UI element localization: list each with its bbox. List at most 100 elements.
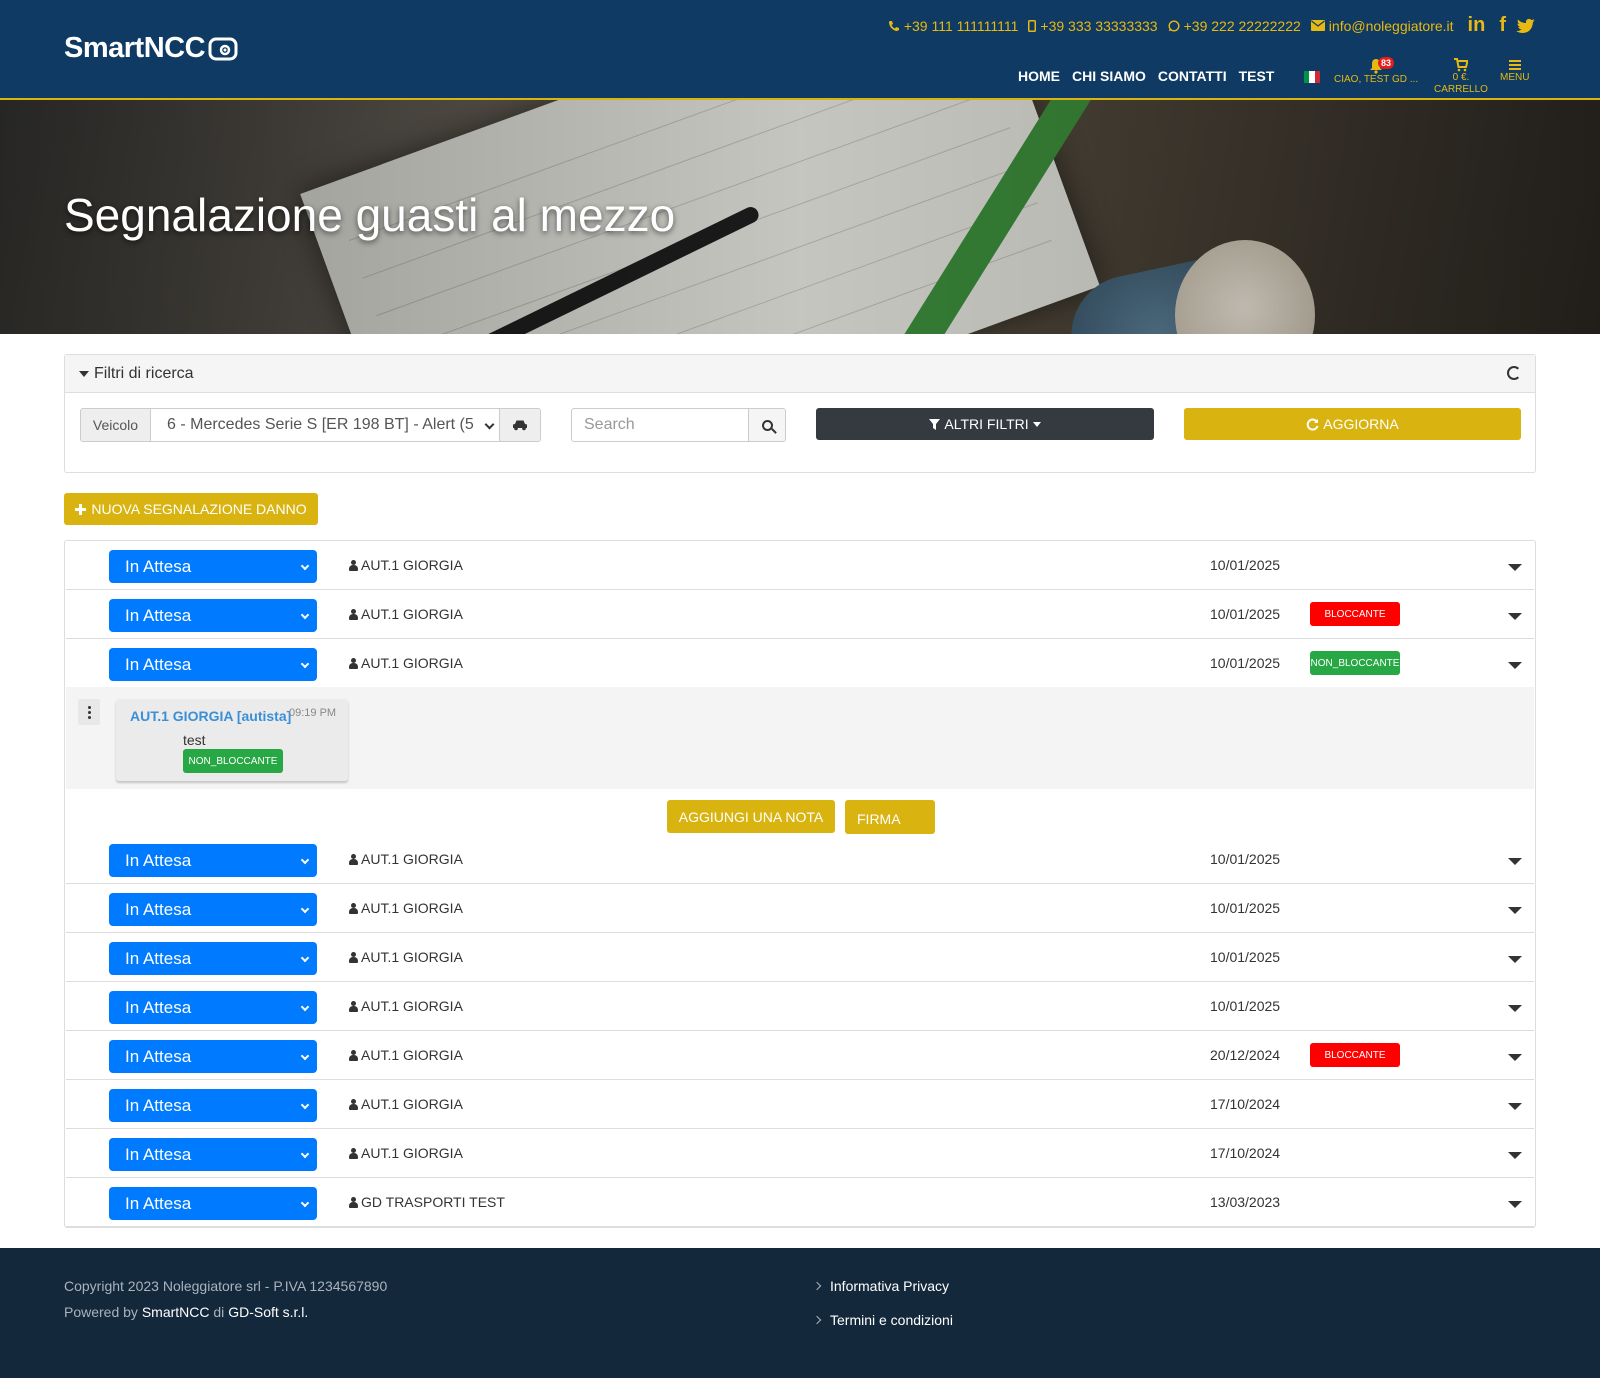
chevron-down-icon [300, 953, 310, 963]
car-button[interactable] [499, 409, 540, 441]
vehicle-select[interactable]: 6 - Mercedes Serie S [ER 198 BT] - Alert… [151, 409, 499, 441]
contact-phone-text: +39 111 111111111 [903, 17, 1019, 34]
menu-button[interactable]: MENU [1500, 58, 1529, 84]
report-row[interactable]: In Attesa AUT.1 GIORGIA 10/01/2025 NON_B… [66, 639, 1534, 688]
user-icon [349, 853, 358, 865]
report-author-name: AUT.1 GIORGIA [361, 998, 463, 1014]
note-author[interactable]: AUT.1 GIORGIA [autista] [130, 708, 291, 724]
refresh-button[interactable]: AGGIORNA [1184, 408, 1521, 440]
nav-chi-siamo[interactable]: CHI SIAMO [1072, 68, 1146, 84]
report-row[interactable]: In Attesa AUT.1 GIORGIA 10/01/2025 [66, 541, 1534, 590]
status-select[interactable]: In Attesa [109, 1089, 317, 1122]
report-date: 13/03/2023 [1210, 1194, 1281, 1210]
report-date: 20/12/2024 [1210, 1047, 1281, 1063]
status-select-value: In Attesa [125, 1193, 192, 1213]
status-select[interactable]: In Attesa [109, 893, 317, 926]
filters-header[interactable]: Filtri di ricerca [65, 355, 1535, 393]
status-select-value: In Attesa [125, 899, 192, 919]
report-row[interactable]: In Attesa AUT.1 GIORGIA 17/10/2024 [66, 1129, 1534, 1178]
facebook-icon[interactable]: f [1499, 14, 1506, 37]
more-options-icon[interactable] [78, 699, 100, 725]
chevron-right-icon [812, 1281, 822, 1291]
privacy-link[interactable]: Informativa Privacy [812, 1278, 949, 1294]
report-row[interactable]: In Attesa AUT.1 GIORGIA 10/01/2025 BLOCC… [66, 590, 1534, 639]
powered-company-link[interactable]: GD-Soft s.r.l. [228, 1304, 308, 1320]
italian-flag-icon[interactable] [1304, 71, 1320, 83]
report-author: AUT.1 GIORGIA [349, 1096, 463, 1112]
severity-badge: BLOCCANTE [1310, 602, 1400, 626]
status-select[interactable]: In Attesa [109, 599, 317, 632]
expand-caret-icon[interactable] [1508, 1152, 1522, 1159]
report-author: AUT.1 GIORGIA [349, 1145, 463, 1161]
cart-button[interactable]: 0 €. CARRELLO [1434, 58, 1488, 96]
expand-caret-icon[interactable] [1508, 1005, 1522, 1012]
report-row[interactable]: In Attesa AUT.1 GIORGIA 10/01/2025 [66, 835, 1534, 884]
search-button[interactable] [748, 409, 785, 441]
report-date: 10/01/2025 [1210, 998, 1281, 1014]
status-select-value: In Attesa [125, 948, 192, 968]
add-note-button[interactable]: AGGIUNGI UNA NOTA [667, 800, 835, 833]
contact-whatsapp[interactable]: +39 222 22222222 [1168, 18, 1301, 34]
chevron-down-icon [300, 1100, 310, 1110]
car-icon [513, 420, 527, 431]
report-row[interactable]: In Attesa AUT.1 GIORGIA 10/01/2025 [66, 982, 1534, 1031]
contact-phone[interactable]: +39 111 111111111 [888, 17, 1019, 34]
nav-test[interactable]: TEST [1239, 68, 1275, 84]
expand-caret-icon[interactable] [1508, 956, 1522, 963]
report-date: 10/01/2025 [1210, 949, 1281, 965]
sign-button[interactable]: FIRMA [845, 800, 935, 834]
powered-mid: di [213, 1304, 225, 1320]
nav-contatti[interactable]: CONTATTI [1158, 68, 1227, 84]
vehicle-label: Veicolo [81, 409, 151, 441]
nav-home[interactable]: HOME [1018, 68, 1060, 84]
report-author-name: AUT.1 GIORGIA [361, 1047, 463, 1063]
twitter-icon[interactable] [1516, 18, 1536, 34]
expand-caret-icon[interactable] [1508, 1201, 1522, 1208]
report-row[interactable]: In Attesa AUT.1 GIORGIA 10/01/2025 [66, 933, 1534, 982]
refresh-icon[interactable] [1507, 366, 1521, 380]
user-icon [349, 951, 358, 963]
report-row[interactable]: In Attesa AUT.1 GIORGIA 10/01/2025 [66, 884, 1534, 933]
report-author-name: AUT.1 GIORGIA [361, 655, 463, 671]
search-icon [761, 419, 773, 431]
report-date: 10/01/2025 [1210, 557, 1281, 573]
cart-amount: 0 €. [1452, 72, 1470, 83]
other-filters-button[interactable]: ALTRI FILTRI [816, 408, 1154, 440]
filters-title[interactable]: Filtri di ricerca [79, 365, 194, 383]
powered-product-link[interactable]: SmartNCC [142, 1304, 210, 1320]
expand-caret-icon[interactable] [1508, 858, 1522, 865]
report-date: 17/10/2024 [1210, 1096, 1281, 1112]
status-select[interactable]: In Attesa [109, 844, 317, 877]
report-row[interactable]: In Attesa GD TRASPORTI TEST 13/03/2023 [66, 1178, 1534, 1227]
terms-link[interactable]: Termini e condizioni [812, 1312, 953, 1328]
report-author-name: GD TRASPORTI TEST [361, 1194, 505, 1210]
status-select[interactable]: In Attesa [109, 648, 317, 681]
search-input[interactable]: Search [572, 409, 748, 441]
status-select[interactable]: In Attesa [109, 942, 317, 975]
expand-caret-icon[interactable] [1508, 662, 1522, 669]
status-select[interactable]: In Attesa [109, 1138, 317, 1171]
contact-mobile[interactable]: +39 333 33333333 [1028, 17, 1158, 34]
chevron-down-icon [300, 904, 310, 914]
contact-email[interactable]: info@noleggiatore.it [1310, 18, 1454, 34]
expand-caret-icon[interactable] [1508, 613, 1522, 620]
user-icon [349, 1049, 358, 1061]
refresh-icon [1306, 418, 1319, 430]
menu-label: MENU [1500, 72, 1530, 83]
new-damage-report-button[interactable]: NUOVA SEGNALAZIONE DANNO [64, 493, 318, 525]
status-select[interactable]: In Attesa [109, 1187, 317, 1220]
expand-caret-icon[interactable] [1508, 1054, 1522, 1061]
status-select[interactable]: In Attesa [109, 1040, 317, 1073]
expand-caret-icon[interactable] [1508, 564, 1522, 571]
user-menu[interactable]: CIAO, TEST GD ... [1334, 58, 1418, 86]
report-row[interactable]: In Attesa AUT.1 GIORGIA 20/12/2024 BLOCC… [66, 1031, 1534, 1080]
status-select[interactable]: In Attesa [109, 550, 317, 583]
status-select[interactable]: In Attesa [109, 991, 317, 1024]
chevron-down-icon [300, 1198, 310, 1208]
report-row[interactable]: In Attesa AUT.1 GIORGIA 17/10/2024 [66, 1080, 1534, 1129]
expand-caret-icon[interactable] [1508, 1103, 1522, 1110]
expand-caret-icon[interactable] [1508, 907, 1522, 914]
linkedin-icon[interactable]: in [1468, 14, 1486, 37]
site-logo[interactable]: SmartNCC [64, 32, 238, 65]
contact-mobile-text: +39 333 33333333 [1040, 17, 1158, 34]
